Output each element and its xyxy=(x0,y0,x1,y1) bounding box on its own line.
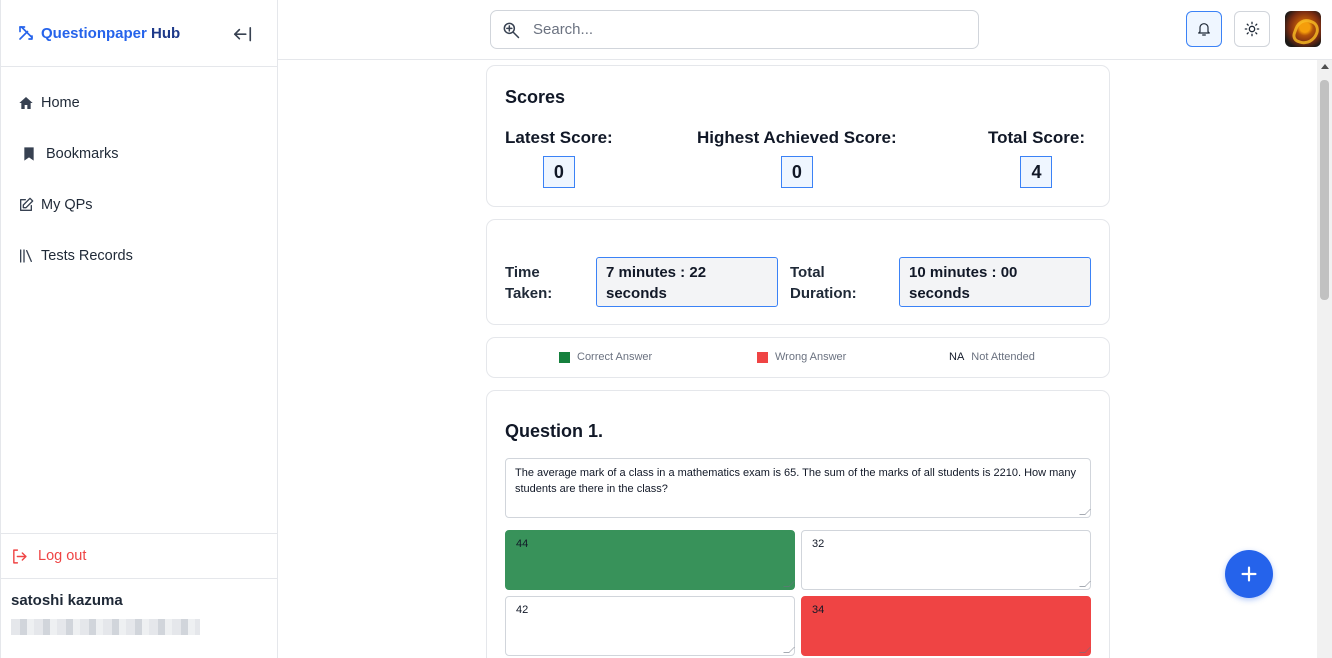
search-icon xyxy=(503,22,520,38)
total-duration-label: Total Duration: xyxy=(790,262,857,304)
legend-wrong-label: Wrong Answer xyxy=(775,351,847,363)
latest-score-value: 0 xyxy=(542,156,575,188)
top-bar xyxy=(278,0,1332,60)
legend-correct: Correct Answer xyxy=(559,351,652,363)
legend-correct-label: Correct Answer xyxy=(577,351,653,363)
sidebar-item-home[interactable]: Home xyxy=(1,77,277,128)
collapse-sidebar-icon[interactable] xyxy=(233,26,253,44)
time-taken-value-line1: 7 minutes : 22 xyxy=(606,264,707,281)
scrollbar[interactable] xyxy=(1317,60,1332,658)
pen-nib-icon xyxy=(17,24,35,42)
total-duration-value-line1: 10 minutes : 00 xyxy=(909,264,1018,281)
logout-label: Log out xyxy=(38,548,87,564)
sidebar-item-label: Bookmarks xyxy=(46,145,119,162)
sidebar-item-bookmarks[interactable]: Bookmarks xyxy=(1,128,277,179)
brand-name-part1: Questionpaper xyxy=(41,24,147,42)
scores-card: Scores Latest Score: 0 Highest Achieved … xyxy=(486,65,1110,207)
legend-not-attended-label: Not Attended xyxy=(971,351,1035,363)
legend-not-attended: NA Not Attended xyxy=(949,351,1035,363)
latest-score: Latest Score: 0 xyxy=(505,128,613,188)
logout-button[interactable]: Log out xyxy=(1,533,277,579)
option-a-text: 44 xyxy=(516,538,529,550)
home-icon xyxy=(19,96,33,109)
legend-na-marker: NA xyxy=(949,351,965,363)
highest-score-label: Highest Achieved Score: xyxy=(697,128,897,147)
total-duration-value: 10 minutes : 00 seconds xyxy=(899,257,1091,307)
option-c-text: 42 xyxy=(516,604,529,616)
resize-handle-icon[interactable] xyxy=(1079,581,1091,587)
edit-icon xyxy=(20,197,34,211)
bell-icon xyxy=(1198,23,1210,36)
plus-icon xyxy=(1241,566,1257,582)
correct-swatch xyxy=(559,351,570,363)
resize-handle-icon[interactable] xyxy=(783,647,795,653)
time-taken-label: Time Taken: xyxy=(505,262,552,304)
search-bar[interactable] xyxy=(490,10,979,49)
question-text: The average mark of a class in a mathema… xyxy=(505,458,1091,518)
sidebar-item-tests-records[interactable]: Tests Records xyxy=(1,230,277,281)
user-info: satoshi kazuma xyxy=(11,592,200,635)
legend-wrong: Wrong Answer xyxy=(757,351,846,363)
sidebar-nav: Home Bookmarks My QPs Tests Records xyxy=(1,67,277,281)
total-duration-value-line2: seconds xyxy=(909,285,970,302)
question-card: Question 1. The average mark of a class … xyxy=(486,390,1110,658)
resize-handle-icon[interactable] xyxy=(1079,509,1091,515)
sun-icon xyxy=(1244,21,1260,37)
option-b[interactable]: 32 xyxy=(801,530,1091,590)
highest-score-value: 0 xyxy=(780,156,813,188)
user-email-redacted xyxy=(11,619,200,635)
sidebar-item-label: My QPs xyxy=(41,196,93,213)
wrong-swatch xyxy=(757,351,768,363)
option-b-text: 32 xyxy=(812,538,825,550)
theme-toggle-button[interactable] xyxy=(1234,11,1270,47)
option-a[interactable]: 44 xyxy=(505,530,795,590)
brand-header: Questionpaper Hub xyxy=(1,0,277,67)
sidebar: Questionpaper Hub Home Bookmarks My QPs … xyxy=(0,0,278,658)
time-card: Time Taken: 7 minutes : 22 seconds Total… xyxy=(486,219,1110,325)
total-score-value: 4 xyxy=(1020,156,1053,188)
scroll-up-arrow-icon[interactable] xyxy=(1321,64,1329,69)
option-c[interactable]: 42 xyxy=(505,596,795,656)
total-score-label: Total Score: xyxy=(988,128,1085,147)
total-duration-label-line2: Duration: xyxy=(790,285,857,302)
logout-icon xyxy=(13,548,27,564)
resize-handle-icon[interactable] xyxy=(1079,647,1091,653)
brand-name-part2: Hub xyxy=(146,24,181,42)
brand-name[interactable]: Questionpaper Hub xyxy=(41,25,180,42)
library-icon xyxy=(20,248,32,263)
search-input[interactable] xyxy=(533,21,953,38)
total-score: Total Score: 4 xyxy=(988,128,1085,188)
bookmark-icon xyxy=(24,146,34,161)
option-d-text: 34 xyxy=(812,604,825,616)
latest-score-label: Latest Score: xyxy=(505,128,613,147)
sidebar-item-label: Tests Records xyxy=(41,247,133,264)
avatar[interactable] xyxy=(1285,11,1321,47)
time-taken-value-line2: seconds xyxy=(606,285,667,302)
question-title: Question 1. xyxy=(505,421,604,441)
user-name: satoshi kazuma xyxy=(11,592,123,609)
add-button[interactable] xyxy=(1225,550,1273,598)
highest-score: Highest Achieved Score: 0 xyxy=(697,128,897,188)
legend-card: Correct Answer Wrong Answer NA Not Atten… xyxy=(486,337,1110,378)
notifications-button[interactable] xyxy=(1186,11,1222,47)
time-taken-value: 7 minutes : 22 seconds xyxy=(596,257,778,307)
scores-title: Scores xyxy=(505,87,566,107)
scrollbar-thumb[interactable] xyxy=(1320,80,1329,300)
time-taken-label-line2: Taken: xyxy=(505,285,553,302)
option-d[interactable]: 34 xyxy=(801,596,1091,656)
sidebar-item-my-qps[interactable]: My QPs xyxy=(1,179,277,230)
question-text-content: The average mark of a class in a mathema… xyxy=(515,467,1077,495)
time-taken-label-line1: Time xyxy=(505,264,540,281)
sidebar-item-label: Home xyxy=(41,94,80,111)
resize-handle-icon[interactable] xyxy=(783,581,795,587)
total-duration-label-line1: Total xyxy=(790,264,825,281)
